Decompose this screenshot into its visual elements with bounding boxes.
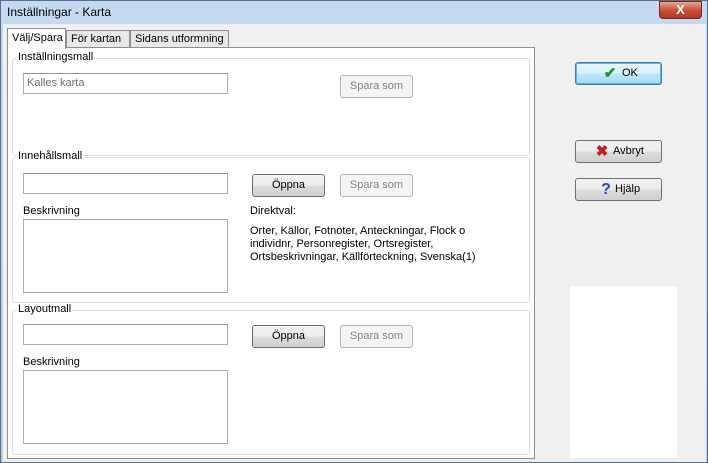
content-description-textarea[interactable] xyxy=(23,219,228,293)
settings-dialog: Inställningar - Karta X Välj/Spara För k… xyxy=(0,0,708,463)
cancel-button-label: Avbryt xyxy=(613,145,644,157)
direct-choice-text: Orter, Källor, Fotnoter, Anteckningar, F… xyxy=(250,225,476,264)
tab-valj-spara[interactable]: Välj/Spara xyxy=(7,28,66,49)
settings-save-as-button[interactable]: Spara som xyxy=(340,75,413,98)
layout-open-button[interactable]: Öppna xyxy=(252,325,325,348)
cancel-button[interactable]: ✖ Avbryt xyxy=(575,140,662,163)
cross-icon: ✖ xyxy=(595,143,609,160)
close-icon: X xyxy=(676,2,685,17)
content-template-label: Innehållsmall xyxy=(17,150,84,162)
tab-panel-valj-spara: Inställningsmall Kalles karta Spara som … xyxy=(7,47,535,459)
direct-choice-label: Direktval: xyxy=(250,205,296,217)
layout-description-label: Beskrivning xyxy=(23,356,80,368)
direct-choice-line: individnr, Personregister, Ortsregister, xyxy=(250,238,434,250)
direct-choice-line: Ortsbeskrivningar, Källförteckning, Sven… xyxy=(250,251,476,263)
dialog-client-area: Välj/Spara För kartan Sidans utformning … xyxy=(3,24,706,462)
layout-save-as-button[interactable]: Spara som xyxy=(340,325,413,348)
ok-button[interactable]: ✔ OK xyxy=(575,62,662,85)
preview-area xyxy=(570,286,677,458)
tab-for-kartan[interactable]: För kartan xyxy=(66,30,130,47)
help-button[interactable]: ? Hjälp xyxy=(575,178,662,201)
content-save-as-button[interactable]: Spara som xyxy=(340,174,413,197)
help-button-label: Hjälp xyxy=(615,183,641,195)
layout-description-textarea[interactable] xyxy=(23,370,228,444)
content-template-group: Innehållsmall Öppna Spara som Beskrivnin… xyxy=(12,150,530,303)
checkmark-icon: ✔ xyxy=(603,65,617,82)
direct-choice-line: Orter, Källor, Fotnoter, Anteckningar, F… xyxy=(250,225,466,237)
layout-template-label: Layoutmall xyxy=(17,303,73,315)
content-description-label: Beskrivning xyxy=(23,205,80,217)
question-mark-icon: ? xyxy=(601,181,611,198)
content-open-button[interactable]: Öppna xyxy=(252,174,325,197)
ok-button-label: OK xyxy=(622,67,638,79)
settings-template-group: Inställningsmall Kalles karta Spara som xyxy=(12,51,530,156)
content-template-input[interactable] xyxy=(23,173,228,194)
title-bar[interactable]: Inställningar - Karta X xyxy=(1,1,707,23)
window-title: Inställningar - Karta xyxy=(7,5,112,19)
settings-template-label: Inställningsmall xyxy=(17,51,95,63)
layout-template-group: Layoutmall Öppna Spara som Beskrivning xyxy=(12,303,530,455)
tab-sidans-utformning[interactable]: Sidans utformning xyxy=(130,30,229,47)
layout-template-input[interactable] xyxy=(23,324,228,345)
settings-template-input[interactable]: Kalles karta xyxy=(23,73,228,94)
close-button[interactable]: X xyxy=(659,1,702,19)
